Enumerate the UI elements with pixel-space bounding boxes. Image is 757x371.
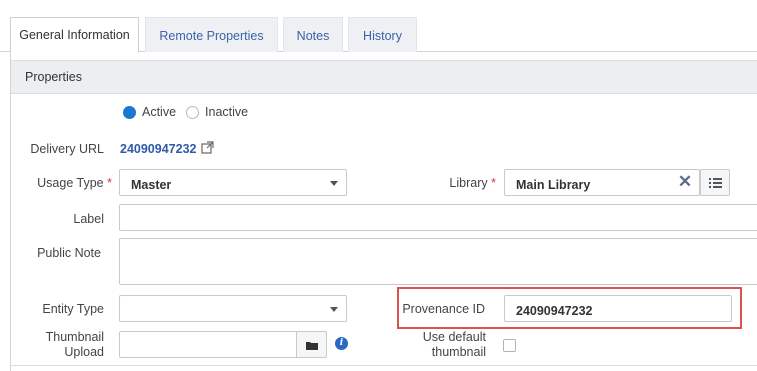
required-marker: *	[491, 176, 496, 190]
chevron-down-icon	[330, 181, 338, 186]
thumbnail-upload-input[interactable]	[119, 331, 297, 358]
usage-type-label: Usage Type *	[37, 176, 112, 190]
section-title: Properties	[25, 70, 82, 84]
tab-bar: General Information Remote Properties No…	[0, 0, 757, 53]
provenance-id-value: 24090947232	[516, 304, 593, 318]
list-icon	[709, 178, 722, 188]
usage-type-select[interactable]: Master	[119, 169, 347, 196]
inactive-radio-label: Inactive	[205, 105, 249, 119]
label-field-label: Label	[73, 212, 104, 226]
library-value: Main Library	[516, 178, 591, 192]
folder-icon	[306, 342, 318, 350]
section-header: Properties	[11, 60, 757, 94]
delivery-url-link[interactable]: 24090947232	[120, 142, 196, 156]
tab-notes[interactable]: Notes	[283, 17, 343, 53]
default-thumbnail-label: Use default thumbnail	[422, 330, 486, 359]
required-marker: *	[107, 176, 112, 190]
library-field[interactable]: Main Library	[504, 169, 700, 196]
divider	[10, 365, 757, 366]
clear-icon[interactable]: ✕	[677, 172, 693, 192]
info-icon[interactable]: i	[335, 337, 348, 350]
browse-button[interactable]	[297, 331, 327, 358]
tab-history[interactable]: History	[348, 17, 417, 53]
list-picker-button[interactable]	[700, 169, 730, 196]
usage-type-value: Master	[131, 178, 172, 192]
chevron-down-icon	[330, 307, 338, 312]
tab-general-information[interactable]: General Information	[10, 17, 139, 53]
inactive-radio[interactable]	[186, 105, 200, 119]
external-link-icon[interactable]	[201, 141, 214, 154]
active-radio-label: Active	[142, 105, 177, 119]
active-radio[interactable]	[123, 105, 136, 119]
public-note-label: Public Note	[37, 246, 101, 260]
default-thumbnail-checkbox[interactable]	[503, 339, 516, 352]
tab-remote-properties[interactable]: Remote Properties	[145, 17, 278, 53]
delivery-url-label: Delivery URL	[30, 142, 104, 156]
status-radio-group: Active Inactive	[123, 105, 248, 119]
entity-type-select[interactable]	[119, 295, 347, 322]
provenance-id-input[interactable]: 24090947232	[504, 295, 732, 322]
entity-type-label: Entity Type	[42, 302, 104, 316]
library-label: Library *	[449, 176, 496, 190]
provenance-id-label: Provenance ID	[402, 302, 485, 316]
thumbnail-upload-label: Thumbnail Upload	[45, 330, 104, 359]
public-note-textarea[interactable]	[119, 238, 757, 285]
label-input[interactable]	[119, 204, 757, 231]
